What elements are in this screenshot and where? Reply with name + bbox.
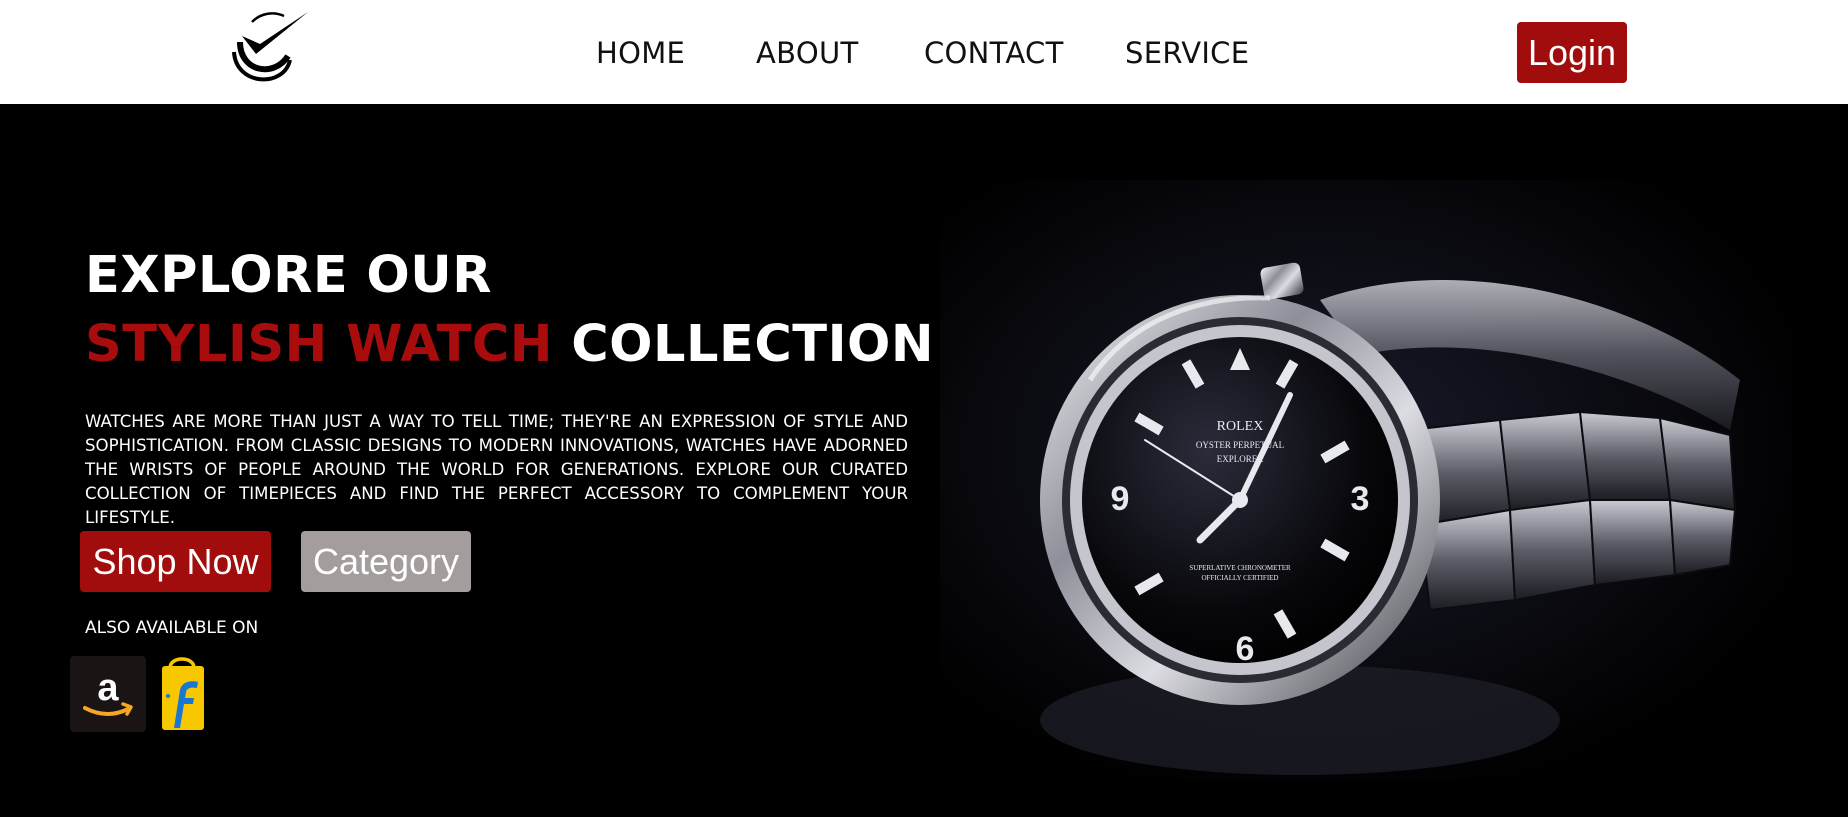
hero-title-line2: STYLISH WATCH COLLECTION xyxy=(85,315,934,374)
hero-section: EXPLORE OUR STYLISH WATCH COLLECTION Wat… xyxy=(0,104,1848,817)
nav-service[interactable]: SERVICE xyxy=(1125,36,1249,70)
amazon-icon[interactable]: a xyxy=(70,656,146,732)
nav-contact[interactable]: CONTACT xyxy=(924,36,1064,70)
category-button[interactable]: Category xyxy=(301,531,471,592)
shop-now-button[interactable]: Shop Now xyxy=(80,531,271,592)
nav-home[interactable]: HOME xyxy=(596,36,685,70)
login-button[interactable]: Login xyxy=(1517,22,1627,83)
svg-text:a: a xyxy=(97,667,119,709)
watch-dial-line-2: OFFICIALLY CERTIFIED xyxy=(1202,574,1279,582)
also-available-label: ALSO AVAILABLE ON xyxy=(85,618,259,638)
nav-about[interactable]: ABOUT xyxy=(756,36,859,70)
hero-title-rest: COLLECTION xyxy=(571,315,935,374)
watch-brand: ROLEX xyxy=(1217,419,1264,434)
hero-description: Watches are more than just a way to tell… xyxy=(85,412,908,527)
numeral-6: 6 xyxy=(1236,630,1255,668)
hero-title-line1: EXPLORE OUR xyxy=(85,246,492,305)
watch-dial-line-1: SUPERLATIVE CHRONOMETER xyxy=(1189,564,1291,572)
watch-image: 3 6 9 ROLEX OYSTER PERPETUAL EXPLORER SU… xyxy=(940,180,1792,780)
checkmark-logo-icon[interactable] xyxy=(228,8,310,90)
numeral-9: 9 xyxy=(1111,480,1130,518)
hero-title-accent: STYLISH WATCH xyxy=(85,315,553,374)
numeral-3: 3 xyxy=(1351,480,1370,518)
navbar: HOME ABOUT CONTACT SERVICE Login xyxy=(0,0,1848,104)
flipkart-icon[interactable] xyxy=(160,656,206,732)
